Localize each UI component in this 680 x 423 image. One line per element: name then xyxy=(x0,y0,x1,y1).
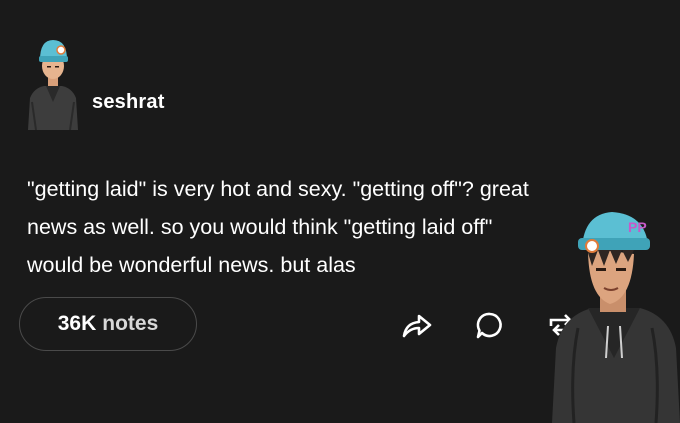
post-body-line: "getting laid" is very hot and sexy. "ge… xyxy=(27,177,529,201)
user-avatar[interactable] xyxy=(26,32,80,130)
notes-button[interactable]: 36K notes xyxy=(19,297,197,351)
share-arrow-icon[interactable] xyxy=(400,310,434,340)
notes-label: notes xyxy=(102,312,159,335)
speech-bubble-icon[interactable] xyxy=(473,310,507,340)
username[interactable]: seshrat xyxy=(92,91,165,114)
svg-text:PP: PP xyxy=(628,219,647,235)
character-sticker-image: PP xyxy=(552,212,680,423)
notes-count: 36K xyxy=(57,312,97,335)
